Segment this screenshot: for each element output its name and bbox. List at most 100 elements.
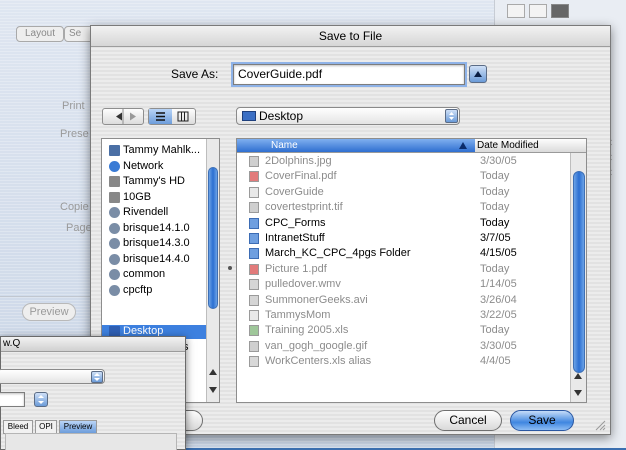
folder-icon bbox=[249, 217, 259, 229]
server-icon bbox=[109, 253, 120, 265]
network-globe-icon bbox=[109, 160, 120, 172]
save-button[interactable]: Save bbox=[510, 410, 574, 431]
sidebar-item-label: brisque14.4.0 bbox=[123, 252, 190, 265]
file-date: 3/30/05 bbox=[480, 155, 517, 167]
column-header-date[interactable]: Date Modified bbox=[477, 139, 567, 152]
file-row[interactable]: van_gogh_google.gif 3/30/05 bbox=[237, 340, 567, 353]
sidebar-item[interactable]: common bbox=[102, 268, 206, 281]
file-row[interactable]: CoverFinal.pdf Today bbox=[237, 170, 567, 183]
sidebar-item[interactable]: brisque14.4.0 bbox=[102, 253, 206, 266]
file-name: WorkCenters.xls alias bbox=[265, 355, 372, 368]
save-as-field[interactable]: CoverGuide.pdf bbox=[231, 62, 467, 87]
view-toggle[interactable] bbox=[148, 108, 196, 125]
video-file-icon bbox=[249, 279, 259, 291]
inset-stepper[interactable] bbox=[34, 392, 48, 407]
server-icon bbox=[109, 207, 120, 218]
bg-toolbar-icon[interactable] bbox=[529, 4, 547, 18]
hard-drive-icon bbox=[109, 176, 120, 187]
bg-label-pages: Page bbox=[66, 222, 92, 234]
file-list-scrollbar[interactable] bbox=[570, 153, 586, 402]
file-date: 3/7/05 bbox=[480, 232, 511, 244]
file-row[interactable]: IntranetStuff 3/7/05 bbox=[237, 232, 567, 245]
file-row[interactable]: 2Dolphins.jpg 3/30/05 bbox=[237, 155, 567, 168]
file-date: 3/30/05 bbox=[480, 339, 517, 352]
sidebar-item-label: cpcftp bbox=[123, 283, 153, 296]
sidebar-item[interactable]: Network bbox=[102, 160, 206, 173]
sidebar-item[interactable]: brisque14.1.0 bbox=[102, 222, 206, 235]
back-arrow-icon[interactable] bbox=[103, 109, 143, 124]
sidebar-item[interactable]: Tammy's HD bbox=[102, 175, 206, 188]
server-icon bbox=[109, 222, 120, 234]
file-name: CPC_Forms bbox=[265, 216, 326, 229]
column-header-name[interactable]: Name bbox=[237, 139, 475, 152]
bg-toolbar-icon[interactable] bbox=[551, 4, 569, 18]
sidebar-item[interactable]: brisque14.3.0 bbox=[102, 237, 206, 250]
pdf-file-icon bbox=[249, 171, 259, 183]
sidebar-item[interactable]: Rivendell bbox=[102, 206, 206, 219]
desktop-icon bbox=[242, 111, 256, 121]
inset-title-label: w.Q bbox=[3, 338, 21, 349]
server-icon bbox=[109, 284, 120, 296]
sidebar-item[interactable]: cpcftp bbox=[102, 284, 206, 297]
file-name: Picture 1.pdf bbox=[265, 262, 327, 275]
cancel-button[interactable]: Cancel bbox=[434, 410, 502, 431]
file-row[interactable]: Training 2005.xls Today bbox=[237, 324, 567, 337]
file-row[interactable]: TammysMom 3/22/05 bbox=[237, 309, 567, 322]
bg-toolbar-icon[interactable] bbox=[507, 4, 525, 18]
file-row[interactable]: Picture 1.pdf Today bbox=[237, 263, 567, 276]
sidebar-scroll-thumb[interactable] bbox=[208, 167, 218, 309]
file-row[interactable]: covertestprint.tif Today bbox=[237, 201, 567, 214]
sidebar-item-label: brisque14.3.0 bbox=[123, 237, 190, 249]
sidebar-item[interactable]: Tammy Mahlk... bbox=[102, 144, 206, 157]
up-down-arrows-icon bbox=[449, 112, 454, 120]
sidebar-item-label: brisque14.1.0 bbox=[123, 221, 190, 234]
file-list: Name Date Modified 2Dolphins.jpg 3/30/05 C… bbox=[236, 138, 587, 403]
inset-popup[interactable] bbox=[0, 369, 105, 384]
document-icon bbox=[249, 186, 259, 198]
bg-preview-button[interactable]: Preview bbox=[22, 303, 76, 321]
bg-label-copies: Copie bbox=[60, 201, 89, 213]
spreadsheet-icon bbox=[249, 325, 259, 337]
inset-window-title: w.Q bbox=[1, 337, 185, 352]
file-date: Today bbox=[480, 170, 510, 183]
file-date: Today bbox=[480, 201, 510, 214]
file-date: Today bbox=[480, 216, 510, 229]
alias-file-icon bbox=[249, 356, 259, 368]
scroll-arrows-icon[interactable] bbox=[208, 367, 218, 397]
document-icon bbox=[249, 310, 259, 321]
sidebar-scrollbar[interactable] bbox=[206, 139, 219, 402]
expand-button[interactable] bbox=[469, 65, 487, 83]
sidebar-item-label: Rivendell bbox=[123, 206, 169, 218]
inset-field[interactable] bbox=[0, 392, 25, 407]
scroll-arrows-icon[interactable] bbox=[573, 371, 583, 399]
resize-grip-icon[interactable] bbox=[594, 419, 606, 431]
file-row[interactable]: SummonerGeeks.avi 3/26/04 bbox=[237, 294, 567, 307]
file-name: pulledover.wmv bbox=[265, 278, 341, 291]
inset-window: w.Q Bleed OPI Preview bbox=[0, 336, 186, 450]
file-row[interactable]: CoverGuide Today bbox=[237, 186, 567, 199]
file-list-scroll-thumb[interactable] bbox=[573, 171, 585, 373]
sidebar-item-label: common bbox=[123, 268, 166, 280]
column-splitter[interactable] bbox=[228, 266, 232, 270]
inset-tab-opi[interactable]: OPI bbox=[35, 420, 57, 434]
file-row[interactable]: WorkCenters.xls alias 4/4/05 bbox=[237, 355, 567, 368]
location-popup[interactable]: Desktop bbox=[236, 107, 460, 125]
file-name: TammysMom bbox=[265, 309, 331, 321]
file-row[interactable]: pulledover.wmv 1/14/05 bbox=[237, 278, 567, 291]
up-down-arrows-icon bbox=[94, 373, 100, 381]
file-name: SummonerGeeks.avi bbox=[265, 293, 368, 306]
file-name: CoverFinal.pdf bbox=[265, 170, 337, 183]
server-icon bbox=[109, 238, 120, 249]
popup-arrows bbox=[445, 109, 458, 123]
file-date: 4/15/05 bbox=[480, 247, 517, 260]
back-forward-control[interactable] bbox=[102, 108, 144, 125]
inset-tab-preview[interactable]: Preview bbox=[59, 420, 97, 434]
sidebar-item[interactable]: 10GB bbox=[102, 191, 206, 204]
server-icon bbox=[109, 269, 120, 280]
file-row[interactable]: March_KC_CPC_4pgs Folder 4/15/05 bbox=[237, 247, 567, 260]
bg-tab-layout[interactable]: Layout bbox=[16, 26, 64, 42]
inset-tab-bleed[interactable]: Bleed bbox=[3, 420, 33, 434]
popup-arrows bbox=[91, 371, 103, 383]
inset-tab-pane bbox=[5, 433, 177, 450]
file-row[interactable]: CPC_Forms Today bbox=[237, 217, 567, 230]
